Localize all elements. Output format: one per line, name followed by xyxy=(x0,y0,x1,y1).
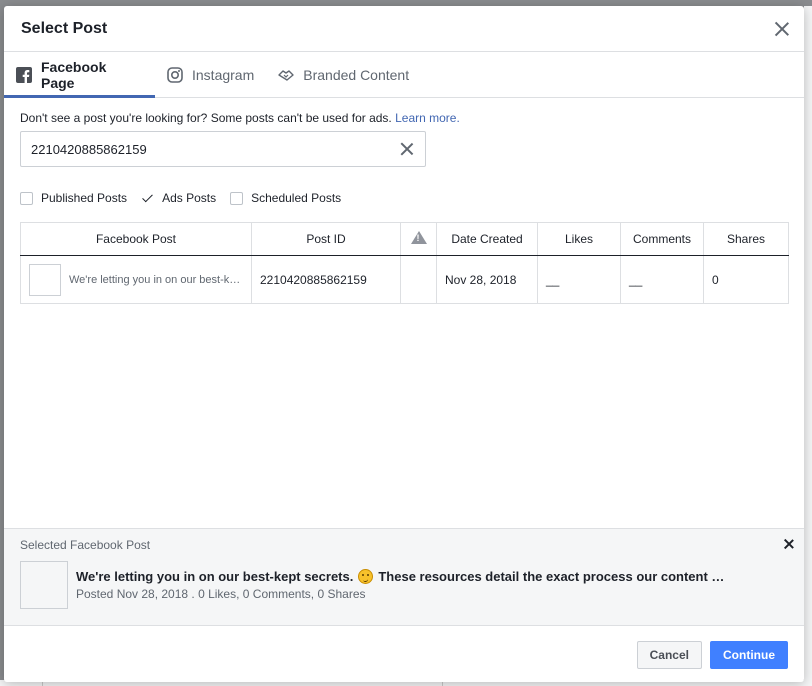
filter-scheduled-posts[interactable]: Scheduled Posts xyxy=(230,191,341,205)
tab-facebook-page[interactable]: Facebook Page xyxy=(4,52,155,98)
tab-bar: Facebook Page Instagram Branded Content xyxy=(4,52,804,98)
learn-more-link[interactable]: Learn more. xyxy=(395,111,460,125)
message-part-2: These resources detail the exact process… xyxy=(378,569,725,584)
column-header-shares[interactable]: Shares xyxy=(703,222,789,256)
modal-content: Don't see a post you're looking for? Som… xyxy=(4,98,804,304)
post-thumbnail xyxy=(29,263,61,296)
checkbox-ads-posts[interactable] xyxy=(141,191,155,205)
search-input[interactable] xyxy=(31,141,371,157)
handshake-icon xyxy=(278,67,294,83)
search-box xyxy=(20,131,426,167)
checkbox-published-posts[interactable] xyxy=(20,191,33,205)
column-header-post-id[interactable]: Post ID xyxy=(251,222,401,256)
selected-post-row: We're letting you in on our best-kept se… xyxy=(20,561,788,609)
column-header-likes[interactable]: Likes xyxy=(537,222,621,256)
checkbox-scheduled-posts[interactable] xyxy=(230,191,244,205)
posts-table: Facebook Post Post ID ! Date Created Lik… xyxy=(20,222,789,304)
modal-title: Select Post xyxy=(21,19,108,37)
facebook-icon xyxy=(16,66,32,83)
cell-comments: __ xyxy=(620,255,704,304)
tab-label: Instagram xyxy=(192,66,255,83)
tab-branded-content[interactable]: Branded Content xyxy=(266,52,421,97)
remove-selection-icon[interactable] xyxy=(783,538,795,550)
continue-button[interactable]: Continue xyxy=(710,640,788,669)
selected-post-thumbnail xyxy=(20,561,68,609)
filter-ads-posts[interactable]: Ads Posts xyxy=(141,191,216,205)
hint-message: Don't see a post you're looking for? Som… xyxy=(20,111,392,125)
modal-header: Select Post xyxy=(4,6,804,52)
filter-published-posts[interactable]: Published Posts xyxy=(20,191,127,205)
hint-text: Don't see a post you're looking for? Som… xyxy=(20,111,788,125)
select-post-modal: Select Post Facebook Page Instagram Bran… xyxy=(4,6,804,682)
selected-post-title: Selected Facebook Post xyxy=(20,538,151,552)
column-header-facebook-post[interactable]: Facebook Post xyxy=(20,222,252,256)
close-icon[interactable] xyxy=(772,19,792,39)
cell-post[interactable]: We're letting you in on our best-kept se… xyxy=(20,255,252,304)
cell-likes: __ xyxy=(537,255,621,304)
cell-warning xyxy=(400,255,437,304)
table-row[interactable]: We're letting you in on our best-kept se… xyxy=(20,255,789,304)
cell-shares: 0 xyxy=(703,255,789,304)
instagram-icon xyxy=(167,66,183,83)
filter-label: Published Posts xyxy=(41,191,128,205)
column-header-comments[interactable]: Comments xyxy=(620,222,704,256)
message-part-1: We're letting you in on our best-kept se… xyxy=(76,569,354,584)
wink-emoji-icon xyxy=(358,569,374,584)
warning-icon: ! xyxy=(410,231,427,244)
filter-label: Scheduled Posts xyxy=(251,191,342,205)
selected-post-meta: Posted Nov 28, 2018 . 0 Likes, 0 Comment… xyxy=(76,587,366,601)
modal-footer: Cancel Continue xyxy=(4,627,804,682)
cell-date-created: Nov 28, 2018 xyxy=(436,255,538,304)
clear-search-icon[interactable] xyxy=(399,141,415,157)
table-header-row: Facebook Post Post ID ! Date Created Lik… xyxy=(20,222,789,256)
background-app-edge xyxy=(804,6,812,686)
tab-label: Branded Content xyxy=(303,66,410,83)
selected-post-message: We're letting you in on our best-kept se… xyxy=(76,569,724,584)
column-header-warning: ! xyxy=(400,222,437,256)
post-type-filters: Published Posts Ads Posts Scheduled Post… xyxy=(20,191,788,205)
cancel-button[interactable]: Cancel xyxy=(636,640,702,669)
tab-instagram[interactable]: Instagram xyxy=(155,52,266,97)
column-header-date-created[interactable]: Date Created xyxy=(436,222,538,256)
selected-post-panel: Selected Facebook Post We're letting you… xyxy=(4,528,804,626)
filter-label: Ads Posts xyxy=(162,191,217,205)
post-preview-text: We're letting you in on our best-kept se… xyxy=(69,274,241,286)
tab-label: Facebook Page xyxy=(41,58,107,91)
cell-post-id: 2210420885862159 xyxy=(251,255,401,304)
